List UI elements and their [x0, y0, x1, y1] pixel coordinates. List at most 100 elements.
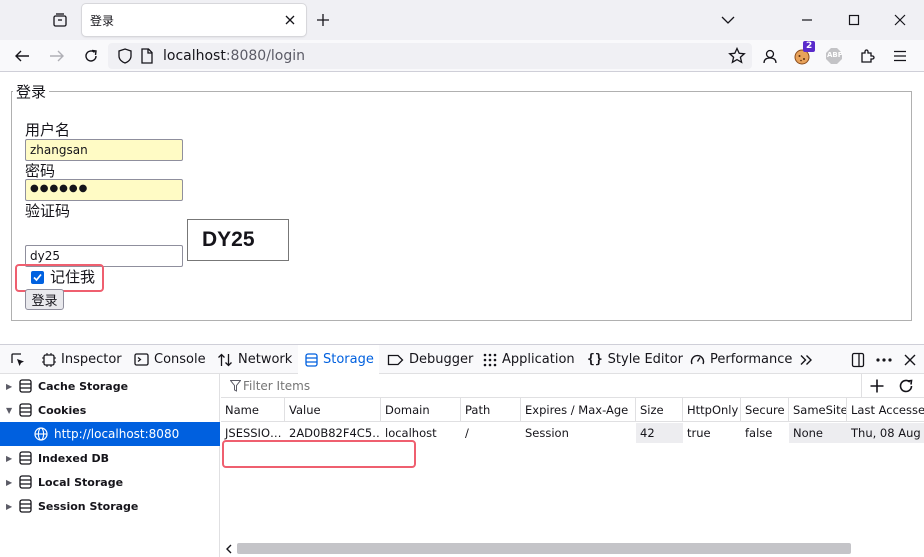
- page-info-icon[interactable]: [141, 48, 153, 64]
- collapse-triangle-icon[interactable]: ▼: [6, 406, 14, 415]
- tab-application-label: Application: [502, 352, 575, 367]
- close-devtools-icon[interactable]: [894, 344, 924, 376]
- element-picker-icon[interactable]: [2, 344, 34, 376]
- column-header-samesite[interactable]: SameSite: [789, 398, 847, 422]
- url-bar[interactable]: localhost:8080/login: [108, 43, 752, 69]
- tree-item-cookie-host[interactable]: http://localhost:8080: [0, 422, 220, 446]
- cell-path[interactable]: /: [461, 423, 521, 443]
- captcha-image-text: DY25: [202, 228, 255, 251]
- username-input[interactable]: zhangsan: [25, 139, 183, 161]
- expand-triangle-icon[interactable]: ▶: [6, 382, 14, 391]
- login-fieldset: [11, 91, 912, 321]
- expand-triangle-icon[interactable]: ▶: [6, 478, 14, 487]
- shield-icon[interactable]: [118, 48, 132, 64]
- scroll-left-arrow-icon[interactable]: [225, 544, 233, 554]
- cell-expires[interactable]: Session: [521, 423, 636, 443]
- column-header-domain[interactable]: Domain: [381, 398, 461, 422]
- tab-performance[interactable]: Performance: [690, 345, 792, 374]
- column-header-name[interactable]: Name: [221, 398, 285, 422]
- close-window-icon[interactable]: [884, 4, 916, 36]
- debugger-icon: [387, 354, 404, 365]
- abp-label: ABP: [827, 51, 843, 59]
- more-tools-chevron-icon[interactable]: [790, 344, 822, 376]
- cell-samesite[interactable]: None: [789, 423, 847, 443]
- tree-item-cache-storage[interactable]: ▶ Cache Storage: [0, 374, 220, 398]
- close-tab-icon[interactable]: [274, 4, 306, 36]
- adblock-plus-icon[interactable]: ABP: [818, 40, 850, 72]
- account-icon[interactable]: [754, 40, 786, 72]
- inspector-icon: [42, 352, 56, 367]
- tab-network[interactable]: Network: [217, 345, 292, 374]
- active-tab[interactable]: 登录: [82, 4, 306, 36]
- divider: [861, 374, 862, 398]
- globe-icon: [34, 427, 48, 441]
- performance-gauge-icon: [690, 354, 705, 364]
- tab-inspector[interactable]: Inspector: [42, 345, 122, 374]
- tree-label: http://localhost:8080: [54, 427, 180, 441]
- cell-last-accessed[interactable]: Thu, 08 Aug 2: [847, 423, 924, 443]
- column-header-secure[interactable]: Secure: [741, 398, 789, 422]
- tab-title: 登录: [90, 14, 115, 28]
- tab-console-label: Console: [154, 352, 206, 367]
- new-tab-icon[interactable]: [307, 4, 339, 36]
- captcha-image[interactable]: DY25: [187, 219, 289, 261]
- tab-debugger-label: Debugger: [409, 352, 474, 367]
- cell-httponly[interactable]: true: [683, 423, 741, 443]
- back-arrow-icon[interactable]: [6, 40, 38, 72]
- tab-performance-label: Performance: [710, 352, 793, 367]
- column-header-path[interactable]: Path: [461, 398, 521, 422]
- column-header-last-accessed[interactable]: Last Accessed: [847, 398, 924, 422]
- tree-item-session-storage[interactable]: ▶ Session Storage: [0, 494, 220, 518]
- list-tabs-chevron-icon[interactable]: [712, 4, 744, 36]
- tab-storage[interactable]: Storage: [298, 345, 379, 374]
- extensions-puzzle-icon[interactable]: [851, 40, 883, 72]
- column-header-expires[interactable]: Expires / Max-Age: [521, 398, 636, 422]
- application-grid-icon: [483, 353, 497, 366]
- login-button[interactable]: 登录: [25, 289, 64, 310]
- password-input[interactable]: ●●●●●●: [25, 179, 183, 201]
- tab-overview-icon[interactable]: [44, 4, 76, 36]
- tab-application[interactable]: Application: [483, 345, 575, 374]
- storage-icon: [19, 451, 32, 465]
- column-header-size[interactable]: Size: [636, 398, 683, 422]
- horizontal-scrollbar[interactable]: [221, 540, 924, 557]
- tree-label: Local Storage: [38, 475, 124, 489]
- cookie-table-header: Name Value Domain Path Expires / Max-Age…: [221, 398, 924, 422]
- url-text[interactable]: localhost:8080/login: [163, 48, 305, 64]
- storage-icon: [19, 499, 32, 513]
- reload-icon[interactable]: [75, 40, 107, 72]
- expand-triangle-icon[interactable]: ▶: [6, 454, 14, 463]
- tree-label: Cache Storage: [38, 379, 129, 393]
- cell-size[interactable]: 42: [636, 423, 683, 443]
- filter-bar: [221, 374, 924, 398]
- column-header-value[interactable]: Value: [285, 398, 381, 422]
- tree-item-cookies[interactable]: ▼ Cookies: [0, 398, 220, 422]
- tab-console[interactable]: Console: [134, 345, 206, 374]
- scrollbar-thumb[interactable]: [237, 543, 851, 554]
- tree-item-indexed-db[interactable]: ▶ Indexed DB: [0, 446, 220, 470]
- console-icon: [134, 353, 149, 366]
- forward-arrow-icon[interactable]: [41, 40, 73, 72]
- remember-me-label[interactable]: 记住我: [50, 266, 95, 287]
- refresh-items-icon[interactable]: [898, 378, 914, 394]
- cell-secure[interactable]: false: [741, 423, 789, 443]
- filter-items-input[interactable]: [243, 377, 843, 395]
- add-item-plus-icon[interactable]: [870, 379, 884, 393]
- cookie-extension-icon[interactable]: 2: [786, 40, 818, 72]
- tab-debugger[interactable]: Debugger: [387, 345, 473, 374]
- tab-style-editor[interactable]: {} Style Editor: [587, 345, 683, 374]
- style-editor-braces-icon: {}: [587, 352, 603, 367]
- minimize-icon[interactable]: [791, 4, 823, 36]
- maximize-icon[interactable]: [838, 4, 870, 36]
- storage-icon: [19, 379, 32, 393]
- storage-icon: [19, 403, 32, 417]
- column-header-httponly[interactable]: HttpOnly: [683, 398, 741, 422]
- tree-label: Indexed DB: [38, 451, 110, 465]
- bookmark-star-icon[interactable]: [728, 47, 746, 65]
- annotation-highlight-box: [222, 440, 416, 468]
- tree-item-local-storage[interactable]: ▶ Local Storage: [0, 470, 220, 494]
- expand-triangle-icon[interactable]: ▶: [6, 502, 14, 511]
- remember-me-checkbox[interactable]: [31, 271, 44, 284]
- hamburger-menu-icon[interactable]: [884, 40, 916, 72]
- tree-label: Session Storage: [38, 499, 139, 513]
